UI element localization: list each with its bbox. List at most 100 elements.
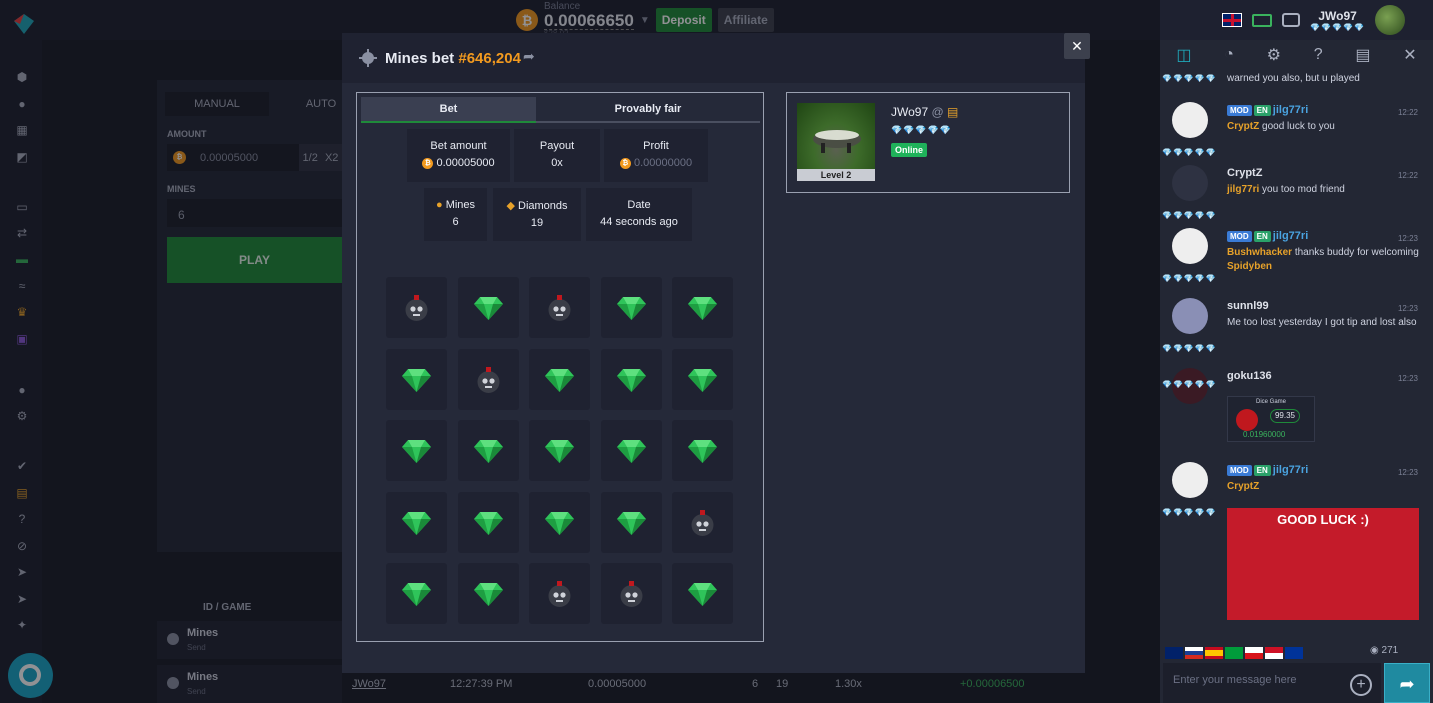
diamond-icon [473, 583, 503, 606]
chat-message: 💎💎💎💎💎 sunnl99 12:23 Me too lost yesterda… [1162, 296, 1420, 353]
mention[interactable]: CryptZ [1227, 481, 1259, 492]
level-gems: 💎💎💎💎💎 [1162, 74, 1217, 83]
gem-tile [386, 563, 447, 624]
avatar[interactable] [1172, 298, 1208, 334]
br-flag-icon[interactable] [1225, 647, 1243, 659]
diamond-icon [473, 511, 503, 535]
author-name[interactable]: CryptZ [1227, 167, 1262, 179]
diamond-icon [688, 583, 717, 606]
diamond-icon [688, 368, 717, 392]
dice-bet-card[interactable]: Dice Game 99.35 0.01960000 [1227, 396, 1315, 442]
tab-bet[interactable]: Bet [361, 97, 536, 123]
mine-icon [548, 581, 571, 607]
top-username[interactable]: JWo97 [1318, 9, 1356, 23]
bet-amount-label: Bet amount [430, 140, 487, 152]
lang-badge: EN [1253, 231, 1271, 242]
user-card-name[interactable]: JWo97 @ ▤ [891, 105, 958, 119]
chat-message: 💎💎💎💎💎 goku136 12:23 Dice Game 99.35 0.01… [1162, 366, 1420, 450]
date-label: Date [627, 199, 651, 211]
gem-tile [386, 420, 447, 481]
profit-number: 0.00000000 [633, 157, 693, 169]
mine-tile [529, 277, 590, 338]
modal-title-text: Mines bet [385, 50, 455, 67]
gif-text: GOOD LUCK :) [1277, 512, 1369, 527]
uk-flag-icon[interactable] [1222, 13, 1243, 27]
avatar[interactable] [1172, 165, 1208, 201]
avatar[interactable] [1172, 462, 1208, 498]
avatar[interactable] [1172, 228, 1208, 264]
level-gems: 💎💎💎💎💎 [1162, 344, 1217, 353]
eu-flag-icon[interactable] [1285, 647, 1303, 659]
news-icon[interactable]: ▤ [1355, 45, 1370, 65]
avatar[interactable] [1172, 102, 1208, 138]
bet-amount-number: 0.00005000 [436, 157, 495, 169]
level-gems: 💎💎💎💎💎 [1162, 211, 1217, 220]
close-chat-icon[interactable]: ✕ [1403, 45, 1416, 65]
level-gems: 💎💎💎💎💎 [1162, 380, 1217, 389]
profit-label: Profit [643, 140, 669, 152]
top-avatar[interactable] [1375, 5, 1405, 35]
payout-value: 0x [551, 157, 563, 169]
chat-input[interactable]: Enter your message here [1163, 663, 1381, 703]
diamond-icon [402, 511, 431, 535]
cz-flag-icon[interactable] [1245, 647, 1263, 659]
message-author[interactable]: MOD EN jilg77ri [1227, 104, 1308, 116]
diamond-icon [616, 440, 646, 463]
gem-tile [672, 420, 733, 481]
send-button[interactable]: ➦ [1384, 663, 1430, 703]
uk-flag-icon[interactable] [1165, 647, 1183, 659]
chat-bubbles-icon[interactable] [1282, 13, 1301, 27]
user-card-avatar[interactable]: Level 2 [797, 103, 875, 181]
author-name[interactable]: sunnl99 [1227, 300, 1269, 312]
message-body: you too mod friend [1262, 184, 1345, 195]
message-text: Me too lost yesterday I got tip and lost… [1227, 317, 1417, 328]
chat-icon[interactable]: ◫ [1176, 45, 1191, 65]
mention[interactable]: Bushwhacker [1227, 247, 1292, 258]
chat-header: ◫ ◔ ⚙ ? ▤ ✕ [1160, 40, 1433, 70]
bitcoin-icon: ₿ [422, 157, 434, 169]
gif-image: GOOD LUCK :) [1227, 508, 1419, 620]
date-value: 44 seconds ago [600, 216, 678, 228]
mine-tile [672, 491, 733, 553]
user-card: Level 2 JWo97 @ ▤ 💎💎💎💎💎 Online [786, 92, 1070, 193]
lang-badge: EN [1253, 105, 1271, 116]
question-icon[interactable]: ? [1314, 46, 1323, 64]
diamond-icon [616, 297, 646, 320]
diamonds-stat-label: ◆ Diamonds [493, 199, 581, 212]
es-flag-icon[interactable] [1205, 647, 1223, 659]
message-author[interactable]: MOD EN jilg77ri [1227, 464, 1308, 476]
bet-amount-value: ₿ 0.00005000 [407, 157, 510, 169]
gem-tile [386, 491, 447, 553]
share-icon[interactable]: ➦ [523, 48, 535, 65]
chat-message: 💎💎💎💎💎 warned you also, but u played [1162, 70, 1420, 98]
message-author[interactable]: MOD EN jilg77ri [1227, 230, 1308, 242]
close-button[interactable]: ✕ [1064, 33, 1090, 59]
tab-provably-fair[interactable]: Provably fair [536, 97, 760, 123]
bell-icon[interactable]: ◔ [1224, 46, 1234, 64]
id-flag-icon[interactable] [1265, 647, 1283, 659]
gem-tile [529, 491, 590, 553]
author-name[interactable]: goku136 [1227, 370, 1272, 382]
bitcoin-icon: ₿ [619, 157, 631, 169]
gem-tile [457, 491, 519, 553]
author-name[interactable]: jilg77ri [1273, 464, 1308, 476]
diamond-icon [688, 440, 717, 463]
mention[interactable]: CryptZ [1227, 121, 1259, 132]
settings-icon[interactable]: ⚙ [1267, 45, 1281, 65]
ru-flag-icon[interactable] [1185, 647, 1203, 659]
message-time: 12:23 [1397, 304, 1418, 313]
author-name[interactable]: jilg77ri [1273, 230, 1308, 242]
gem-tile [672, 348, 733, 410]
message-text: CryptZ [1227, 480, 1422, 494]
add-icon[interactable]: + [1350, 674, 1372, 696]
cashier-icon[interactable] [1252, 13, 1273, 27]
mention[interactable]: jilg77ri [1227, 184, 1259, 195]
mention[interactable]: Spidyben [1227, 261, 1272, 272]
author-name[interactable]: jilg77ri [1273, 104, 1308, 116]
stat-bet-amount: Bet amount ₿ 0.00005000 [407, 129, 510, 182]
gem-tile [386, 348, 447, 410]
mine-tile [600, 563, 662, 624]
gem-tile [457, 563, 519, 624]
level-gems: 💎💎💎💎💎 [1162, 148, 1217, 157]
mine-icon [405, 295, 428, 321]
